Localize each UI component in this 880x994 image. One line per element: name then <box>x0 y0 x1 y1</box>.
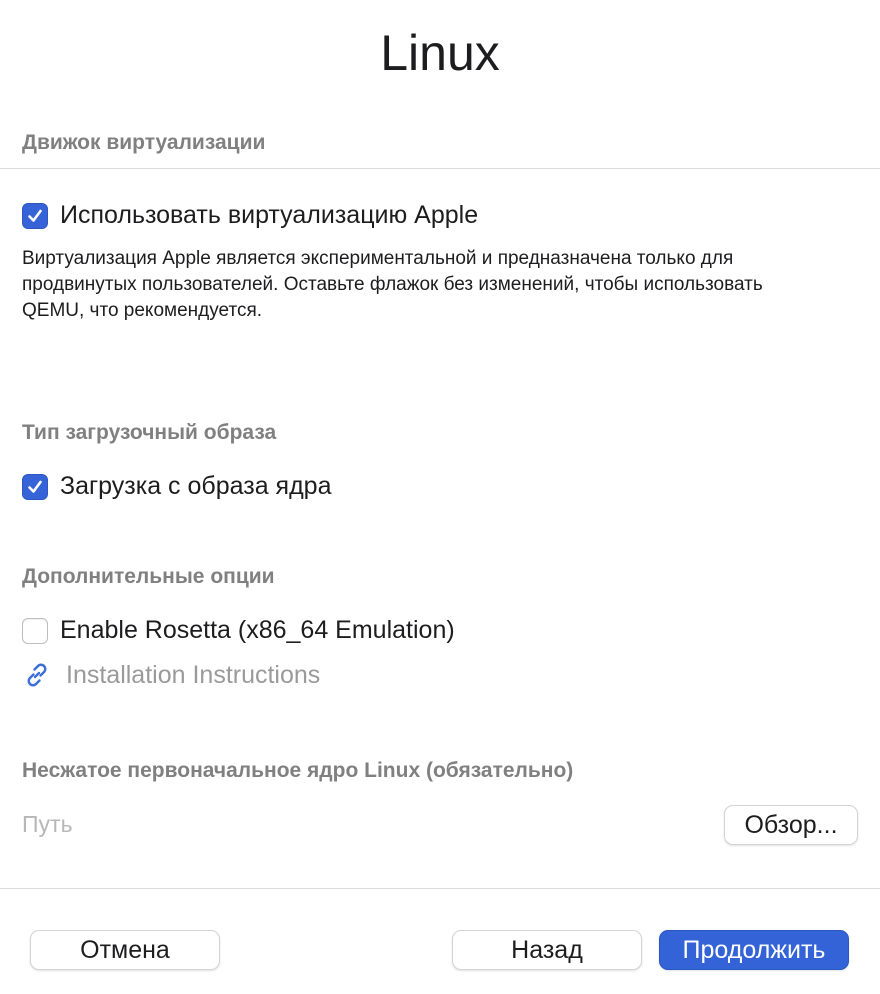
page-title: Linux <box>380 25 500 81</box>
checkmark-icon <box>28 209 42 222</box>
rosetta-checkbox-row[interactable]: Enable Rosetta (x86_64 Emulation) <box>22 616 455 645</box>
kernel-boot-checkbox-row[interactable]: Загрузка с образа ядра <box>22 472 331 501</box>
kernel-boot-checkbox[interactable] <box>22 473 48 500</box>
cancel-button[interactable]: Отмена <box>30 930 220 970</box>
wizard-page: Linux Движок виртуализации Использовать … <box>0 0 880 994</box>
rosetta-checkbox[interactable] <box>22 617 48 644</box>
use-apple-virtualization-checkbox[interactable] <box>22 202 48 229</box>
use-apple-virtualization-checkbox-row[interactable]: Использовать виртуализацию Apple <box>22 201 478 230</box>
virtualization-section-header: Движок виртуализации <box>22 131 266 154</box>
installation-instructions-link[interactable]: Installation Instructions <box>22 660 320 690</box>
use-apple-virtualization-label: Использовать виртуализацию Apple <box>60 201 479 229</box>
virtualization-description: Виртуализация Apple является эксперимент… <box>22 248 763 321</box>
additional-options-section-header: Дополнительные опции <box>22 565 275 588</box>
link-icon <box>27 663 47 687</box>
installation-instructions-label: Installation Instructions <box>66 660 321 689</box>
back-button[interactable]: Назад <box>452 930 642 970</box>
boot-image-section-header: Тип загрузочный образа <box>22 421 277 444</box>
kernel-section-header: Несжатое первоначальное ядро Linux (обяз… <box>22 759 574 782</box>
continue-button[interactable]: Продолжить <box>659 930 849 970</box>
footer-divider <box>0 888 880 889</box>
kernel-boot-label: Загрузка с образа ядра <box>60 472 332 500</box>
rosetta-label: Enable Rosetta (x86_64 Emulation) <box>60 616 455 644</box>
kernel-path-field[interactable]: Путь <box>22 811 73 838</box>
section-divider <box>0 168 880 169</box>
browse-button[interactable]: Обзор... <box>724 805 858 845</box>
checkmark-icon <box>28 480 42 493</box>
